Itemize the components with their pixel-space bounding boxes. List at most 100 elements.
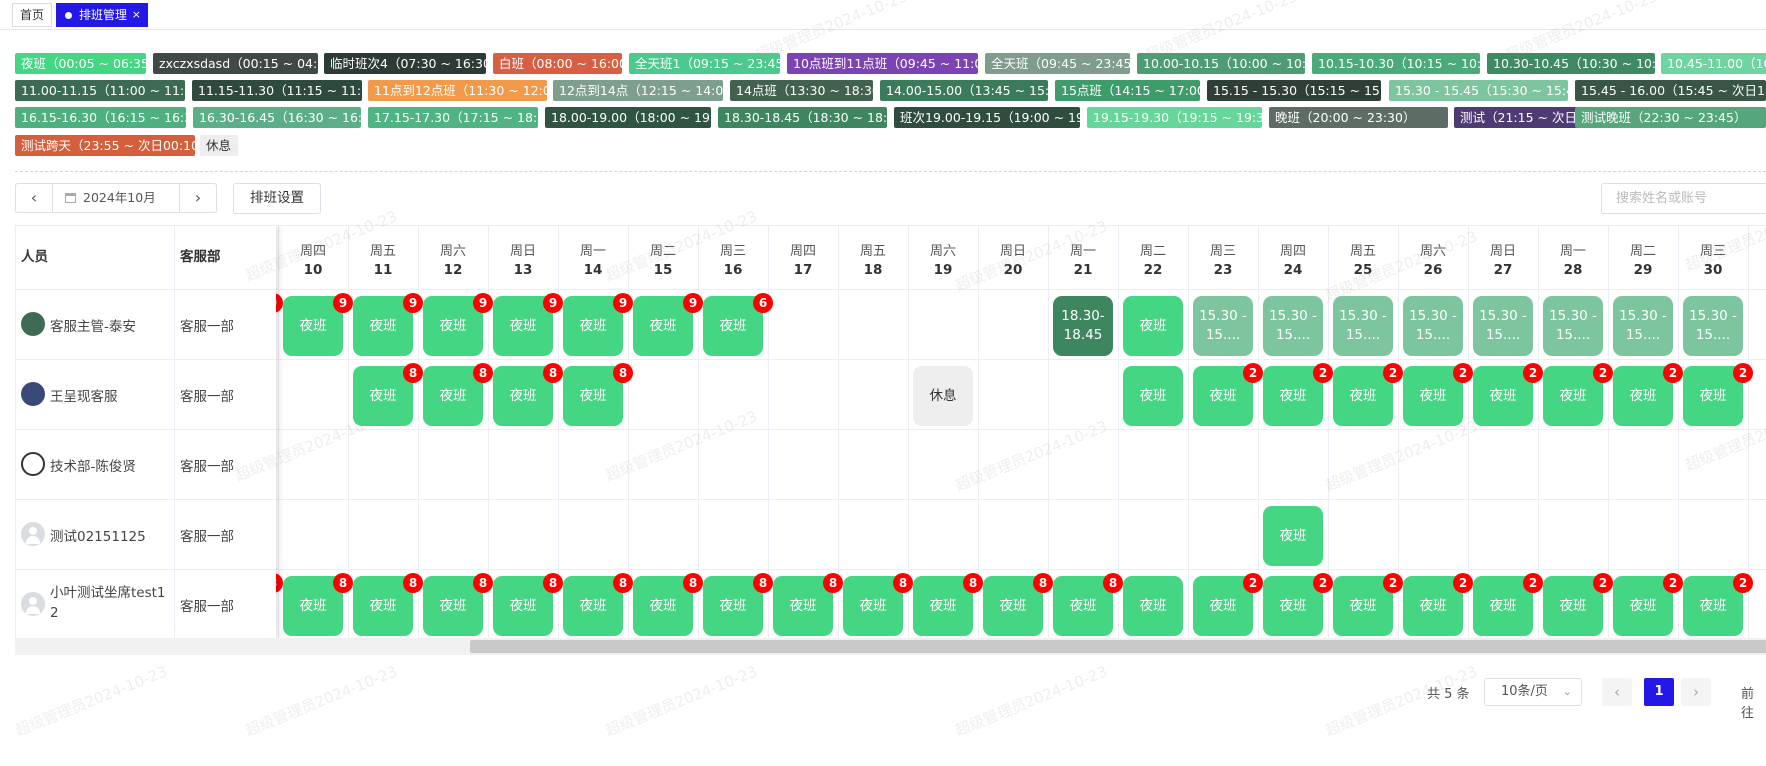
weekday-label: 周三 bbox=[1209, 244, 1236, 259]
shift-tag[interactable]: 11.00-11.15（11:00 ~ 11:15） bbox=[15, 80, 185, 101]
shift-tag[interactable]: 17.15-17.30（17:15 ~ 18:30） bbox=[368, 107, 538, 128]
shift-chip[interactable]: 15.30 - 15.... bbox=[1683, 296, 1743, 356]
shift-tag[interactable]: 10.00-10.15（10:00 ~ 10:15） bbox=[1137, 53, 1305, 74]
shift-tag[interactable]: 夜班（00:05 ~ 06:35） bbox=[15, 53, 146, 74]
column-header-dept: 客服部 bbox=[180, 249, 221, 265]
shift-tag[interactable]: 12点到14点（12:15 ~ 14:00） bbox=[553, 80, 723, 101]
day-header: 周一 28 bbox=[1538, 226, 1608, 289]
shift-tag[interactable]: 18.00-19.00（18:00 ~ 19:00） bbox=[545, 107, 711, 128]
count-badge: 2 bbox=[1593, 363, 1613, 383]
count-badge: 9 bbox=[403, 293, 423, 313]
count-badge: 9 bbox=[613, 293, 633, 313]
day-header: 周四 24 bbox=[1258, 226, 1328, 289]
shift-tag[interactable]: 全天班1（09:15 ~ 23:45） bbox=[629, 53, 780, 74]
shift-tag[interactable]: 测试跨天（23:55 ~ 次日00:10） bbox=[15, 135, 195, 156]
person-name: 测试02151125 bbox=[50, 529, 146, 545]
shift-chip[interactable]: 15.30 - 15.... bbox=[1193, 296, 1253, 356]
shift-tag[interactable]: 10.30-10.45（10:30 ~ 10:45） bbox=[1487, 53, 1655, 74]
shift-tag[interactable]: 班次19.00-19.15（19:00 ~ 19:15） bbox=[894, 107, 1080, 128]
shift-chip[interactable]: 15.30 - 15.... bbox=[1473, 296, 1533, 356]
shift-tag[interactable]: 测试晚班（22:30 ~ 23:45） bbox=[1575, 107, 1766, 128]
shift-tag[interactable]: 临时班次4（07:30 ~ 16:30） bbox=[324, 53, 486, 74]
shift-tag[interactable]: 16.15-16.30（16:15 ~ 16:30） bbox=[15, 107, 186, 128]
shift-tag[interactable]: 休息 bbox=[200, 135, 238, 156]
shift-chip[interactable]: 夜班 bbox=[1123, 366, 1183, 426]
shift-tag[interactable]: 15.45 - 16.00（15:45 ~ 次日15:30） bbox=[1575, 80, 1766, 101]
shift-chip[interactable]: 15.30 - 15.... bbox=[1333, 296, 1393, 356]
shift-chip-label: 夜班 bbox=[859, 597, 887, 614]
month-picker[interactable]: 2024年10月 bbox=[53, 183, 179, 213]
grid-line bbox=[16, 289, 276, 290]
shift-tag[interactable]: 10.15-10.30（10:15 ~ 10:30） bbox=[1312, 53, 1480, 74]
schedule-settings-button[interactable]: 排班设置 bbox=[233, 183, 321, 214]
shift-chip-label: 夜班 bbox=[509, 597, 537, 614]
horizontal-scrollbar[interactable] bbox=[15, 638, 1766, 655]
close-icon[interactable]: × bbox=[132, 4, 141, 26]
day-header: 周六 19 bbox=[908, 226, 978, 289]
shift-tag[interactable]: 全天班（09:45 ~ 23:45） bbox=[985, 53, 1130, 74]
shift-chip[interactable]: 18.30-18.45 bbox=[1053, 296, 1113, 356]
shift-chip[interactable]: 休息 bbox=[913, 366, 973, 426]
shift-tag[interactable]: zxczxsdasd（00:15 ~ 04:20） bbox=[153, 53, 318, 74]
shift-tag[interactable]: 10.45-11.00（10:45 ~ 11:00） bbox=[1661, 53, 1766, 74]
shift-chip[interactable]: 15.30 - 15.... bbox=[1403, 296, 1463, 356]
chevron-down-icon: ⌄ bbox=[1562, 685, 1572, 698]
shift-chip[interactable]: 15.30 - 15.... bbox=[1543, 296, 1603, 356]
shift-tag[interactable]: 19.15-19.30（19:15 ~ 19:30） bbox=[1087, 107, 1262, 128]
grid-line bbox=[16, 569, 1766, 570]
shift-tag[interactable]: 15.30 - 15.45（15:30 ~ 15:45） bbox=[1389, 80, 1568, 101]
shift-tag[interactable]: 15点班（14:15 ~ 17:00） bbox=[1055, 80, 1200, 101]
prev-month-button[interactable]: ‹ bbox=[15, 183, 53, 213]
shift-tag[interactable]: 10点班到11点班（09:45 ~ 11:00） bbox=[787, 53, 978, 74]
shift-chip-label: 夜班 bbox=[509, 317, 537, 334]
shift-tag[interactable]: 14.00-15.00（13:45 ~ 15:00） bbox=[880, 80, 1048, 101]
shift-chip[interactable]: 夜班 bbox=[1123, 576, 1183, 636]
person-dept: 客服一部 bbox=[180, 599, 234, 615]
shift-chip-label: 夜班 bbox=[789, 597, 817, 614]
person-dept: 客服一部 bbox=[180, 529, 234, 545]
day-number: 25 bbox=[1353, 262, 1373, 278]
shift-chip-label: 15.30 - 15.... bbox=[1409, 308, 1457, 343]
watermark-text: 超级管理员2024-10-23 bbox=[952, 662, 1110, 740]
next-page-button[interactable]: › bbox=[1681, 678, 1711, 706]
shift-tag[interactable]: 15.15 - 15.30（15:15 ~ 15:30） bbox=[1207, 80, 1381, 101]
shift-tag[interactable]: 11.15-11.30（11:15 ~ 11:30） bbox=[192, 80, 362, 101]
shift-tag[interactable]: 14点班（13:30 ~ 18:30） bbox=[730, 80, 873, 101]
weekday-label: 周三 bbox=[1699, 244, 1726, 259]
day-header: 周二 29 bbox=[1608, 226, 1678, 289]
day-number: 20 bbox=[1003, 262, 1023, 278]
prev-page-button[interactable]: ‹ bbox=[1602, 678, 1632, 706]
weekday-label: 周日 bbox=[1489, 244, 1516, 259]
shift-chip-label: 夜班 bbox=[439, 387, 467, 404]
watermark-text: 超级管理员2024-10-23 bbox=[12, 662, 170, 740]
scrollbar-thumb[interactable] bbox=[470, 640, 1766, 653]
shift-chip[interactable]: 夜班 bbox=[1263, 506, 1323, 566]
day-header: 周六 26 bbox=[1398, 226, 1468, 289]
day-header: 周一 14 bbox=[558, 226, 628, 289]
page-number-current[interactable]: 1 bbox=[1644, 678, 1674, 706]
shift-chip[interactable]: 夜班 bbox=[1123, 296, 1183, 356]
shift-tag[interactable]: 白班（08:00 ~ 16:00） bbox=[493, 53, 622, 74]
grid-line bbox=[16, 499, 276, 500]
count-badge: 8 bbox=[473, 573, 493, 593]
shift-tag[interactable]: 16.30-16.45（16:30 ~ 16:45） bbox=[193, 107, 361, 128]
shift-chip[interactable]: 15.30 - 15.... bbox=[1613, 296, 1673, 356]
tab-home[interactable]: 首页 bbox=[12, 3, 53, 27]
shift-chip-label: 夜班 bbox=[999, 597, 1027, 614]
shift-tag[interactable]: 11点到12点班（11:30 ~ 12:00） bbox=[368, 80, 547, 101]
search-input[interactable]: 搜索姓名或账号 bbox=[1601, 183, 1766, 214]
shift-tag[interactable]: 18.30-18.45（18:30 ~ 18:45） bbox=[718, 107, 887, 128]
day-header: 周五 25 bbox=[1328, 226, 1398, 289]
tab-schedule[interactable]: 排班管理 × bbox=[56, 3, 149, 27]
count-badge: 2 bbox=[1313, 363, 1333, 383]
shift-chip-label: 夜班 bbox=[299, 597, 327, 614]
shift-chip[interactable]: 15.30 - 15.... bbox=[1263, 296, 1323, 356]
shift-chip-label: 15.30 - 15.... bbox=[1269, 308, 1317, 343]
day-number: 19 bbox=[933, 262, 953, 278]
shift-tag[interactable]: 晚班（20:00 ~ 23:30） bbox=[1269, 107, 1448, 128]
count-badge: 9 bbox=[543, 293, 563, 313]
day-number: 15 bbox=[653, 262, 673, 278]
page-size-select[interactable]: 10条/页 ⌄ bbox=[1484, 678, 1582, 706]
weekday-label: 周一 bbox=[1069, 244, 1096, 259]
next-month-button[interactable]: › bbox=[179, 183, 217, 213]
